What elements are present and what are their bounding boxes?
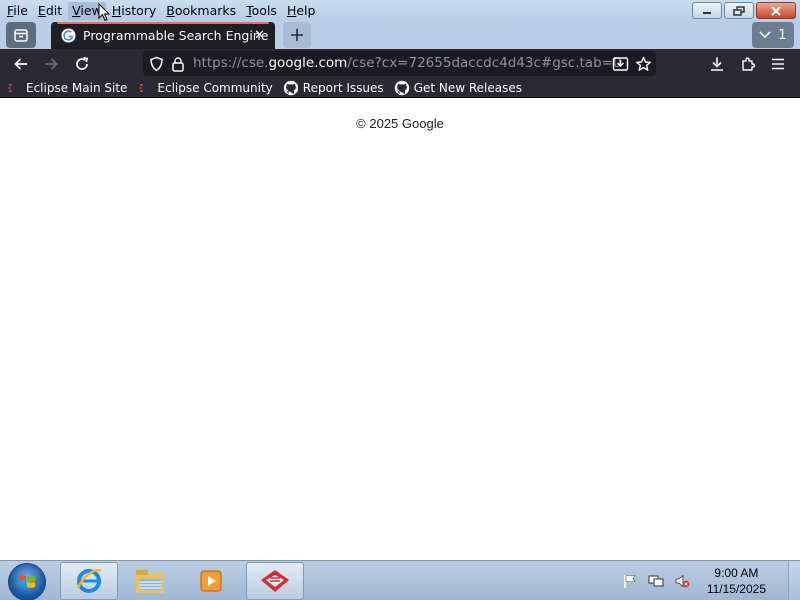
- lock-icon[interactable]: [169, 55, 187, 73]
- tab-close-icon[interactable]: ✕: [254, 28, 265, 43]
- windows-logo-icon: [19, 575, 35, 588]
- restore-button[interactable]: [724, 2, 754, 19]
- bookmark-label: Report Issues: [302, 80, 384, 95]
- copyright-text: © 2025 Google: [356, 116, 444, 131]
- bookmarks-toolbar: Eclipse Main Site Eclipse Community Repo…: [0, 78, 800, 98]
- github-icon: [283, 80, 299, 96]
- media-player-icon: [200, 570, 222, 592]
- back-button[interactable]: [10, 53, 32, 75]
- url-scheme: https://cse.: [193, 55, 269, 71]
- tab-title: Programmable Search Engine: [83, 28, 269, 43]
- title-bar: File Edit View History Bookmarks Tools H…: [0, 0, 800, 22]
- bookmark-eclipse-community[interactable]: Eclipse Community: [137, 80, 273, 95]
- window-controls: [692, 2, 796, 19]
- taskbar-internet-explorer[interactable]: [60, 562, 118, 600]
- menu-history[interactable]: History: [108, 2, 160, 20]
- new-tab-button[interactable]: [283, 22, 311, 48]
- bookmark-label: Eclipse Main Site: [26, 80, 128, 95]
- url-host: google.com: [268, 55, 348, 71]
- navigation-toolbar: https://cse.google.com/cse?cx=72655daccd…: [0, 49, 800, 78]
- bookmark-eclipse-main-site[interactable]: Eclipse Main Site: [6, 81, 127, 95]
- menu-help[interactable]: Help: [283, 2, 320, 20]
- tab-strip: Programmable Search Engine ✕ 1: [0, 22, 800, 49]
- action-center-flag-icon[interactable]: [621, 572, 639, 590]
- google-favicon-icon: [61, 28, 76, 43]
- eclipse-icon: [6, 81, 22, 95]
- back-arrow-icon: [14, 58, 27, 70]
- taskbar-media-player[interactable]: [182, 562, 240, 600]
- folder-icon: [136, 570, 164, 593]
- tab-count: 1: [778, 27, 787, 43]
- internet-explorer-icon: [76, 569, 102, 593]
- bookmark-get-new-releases[interactable]: Get New Releases: [394, 80, 522, 96]
- url-text: https://cse.google.com/cse?cx=72655daccd…: [193, 55, 622, 71]
- url-path: /cse?cx=72655daccdc4d43c#gsc.tab=0: [347, 55, 622, 71]
- close-icon: [771, 5, 781, 16]
- bookmark-report-issues[interactable]: Report Issues: [283, 80, 384, 96]
- show-desktop-button[interactable]: [788, 561, 800, 600]
- clock-date: 11/15/2025: [706, 582, 766, 596]
- bookmark-label: Get New Releases: [413, 80, 523, 95]
- chevron-down-icon: [759, 31, 771, 39]
- app-window-icon: [261, 570, 289, 592]
- forward-button[interactable]: [40, 53, 62, 75]
- list-all-tabs-button[interactable]: 1: [752, 22, 794, 48]
- system-tray: 9:00 AM 11/15/2025: [621, 561, 788, 600]
- firefox-view-button[interactable]: [6, 22, 36, 48]
- save-to-pocket-icon[interactable]: [611, 55, 629, 73]
- url-bar[interactable]: https://cse.google.com/cse?cx=72655daccd…: [143, 51, 656, 76]
- clock-time: 9:00 AM: [714, 566, 759, 580]
- plus-icon: [291, 29, 303, 41]
- firefox-view-icon: [14, 29, 28, 42]
- menu-edit[interactable]: Edit: [34, 2, 66, 20]
- network-icon[interactable]: [647, 572, 665, 590]
- tab-programmable-search-engine[interactable]: Programmable Search Engine ✕: [51, 22, 275, 49]
- menu-bookmarks[interactable]: Bookmarks: [162, 2, 240, 20]
- downloads-button[interactable]: [706, 53, 728, 75]
- taskbar-clock[interactable]: 9:00 AM 11/15/2025: [707, 565, 766, 597]
- bookmark-star-icon[interactable]: [634, 55, 652, 73]
- app-menu-button[interactable]: [767, 53, 789, 75]
- page-content: © 2025 Google: [0, 99, 800, 560]
- reload-button[interactable]: [71, 53, 93, 75]
- extensions-button[interactable]: [737, 53, 759, 75]
- restore-icon: [733, 5, 745, 16]
- github-icon: [394, 80, 410, 96]
- minimize-icon: [703, 11, 711, 14]
- eclipse-icon: [137, 81, 153, 95]
- taskbar-firefox-window[interactable]: [246, 562, 304, 600]
- download-icon: [711, 57, 723, 71]
- hamburger-menu-icon: [772, 58, 784, 70]
- close-button[interactable]: [756, 2, 796, 19]
- mouse-cursor-icon: [98, 3, 110, 22]
- taskbar: 9:00 AM 11/15/2025: [0, 560, 800, 600]
- reload-icon: [76, 57, 88, 70]
- volume-muted-icon[interactable]: [673, 572, 691, 590]
- start-button[interactable]: [8, 563, 46, 600]
- forward-arrow-icon: [45, 58, 58, 70]
- tracking-protection-shield-icon[interactable]: [147, 55, 165, 73]
- menu-bar: File Edit View History Bookmarks Tools H…: [0, 0, 321, 22]
- menu-tools[interactable]: Tools: [242, 2, 281, 20]
- bookmark-label: Eclipse Community: [157, 80, 273, 95]
- menu-file[interactable]: File: [3, 2, 32, 20]
- puzzle-icon: [742, 57, 756, 71]
- taskbar-file-explorer[interactable]: [121, 562, 179, 600]
- minimize-button[interactable]: [692, 2, 722, 19]
